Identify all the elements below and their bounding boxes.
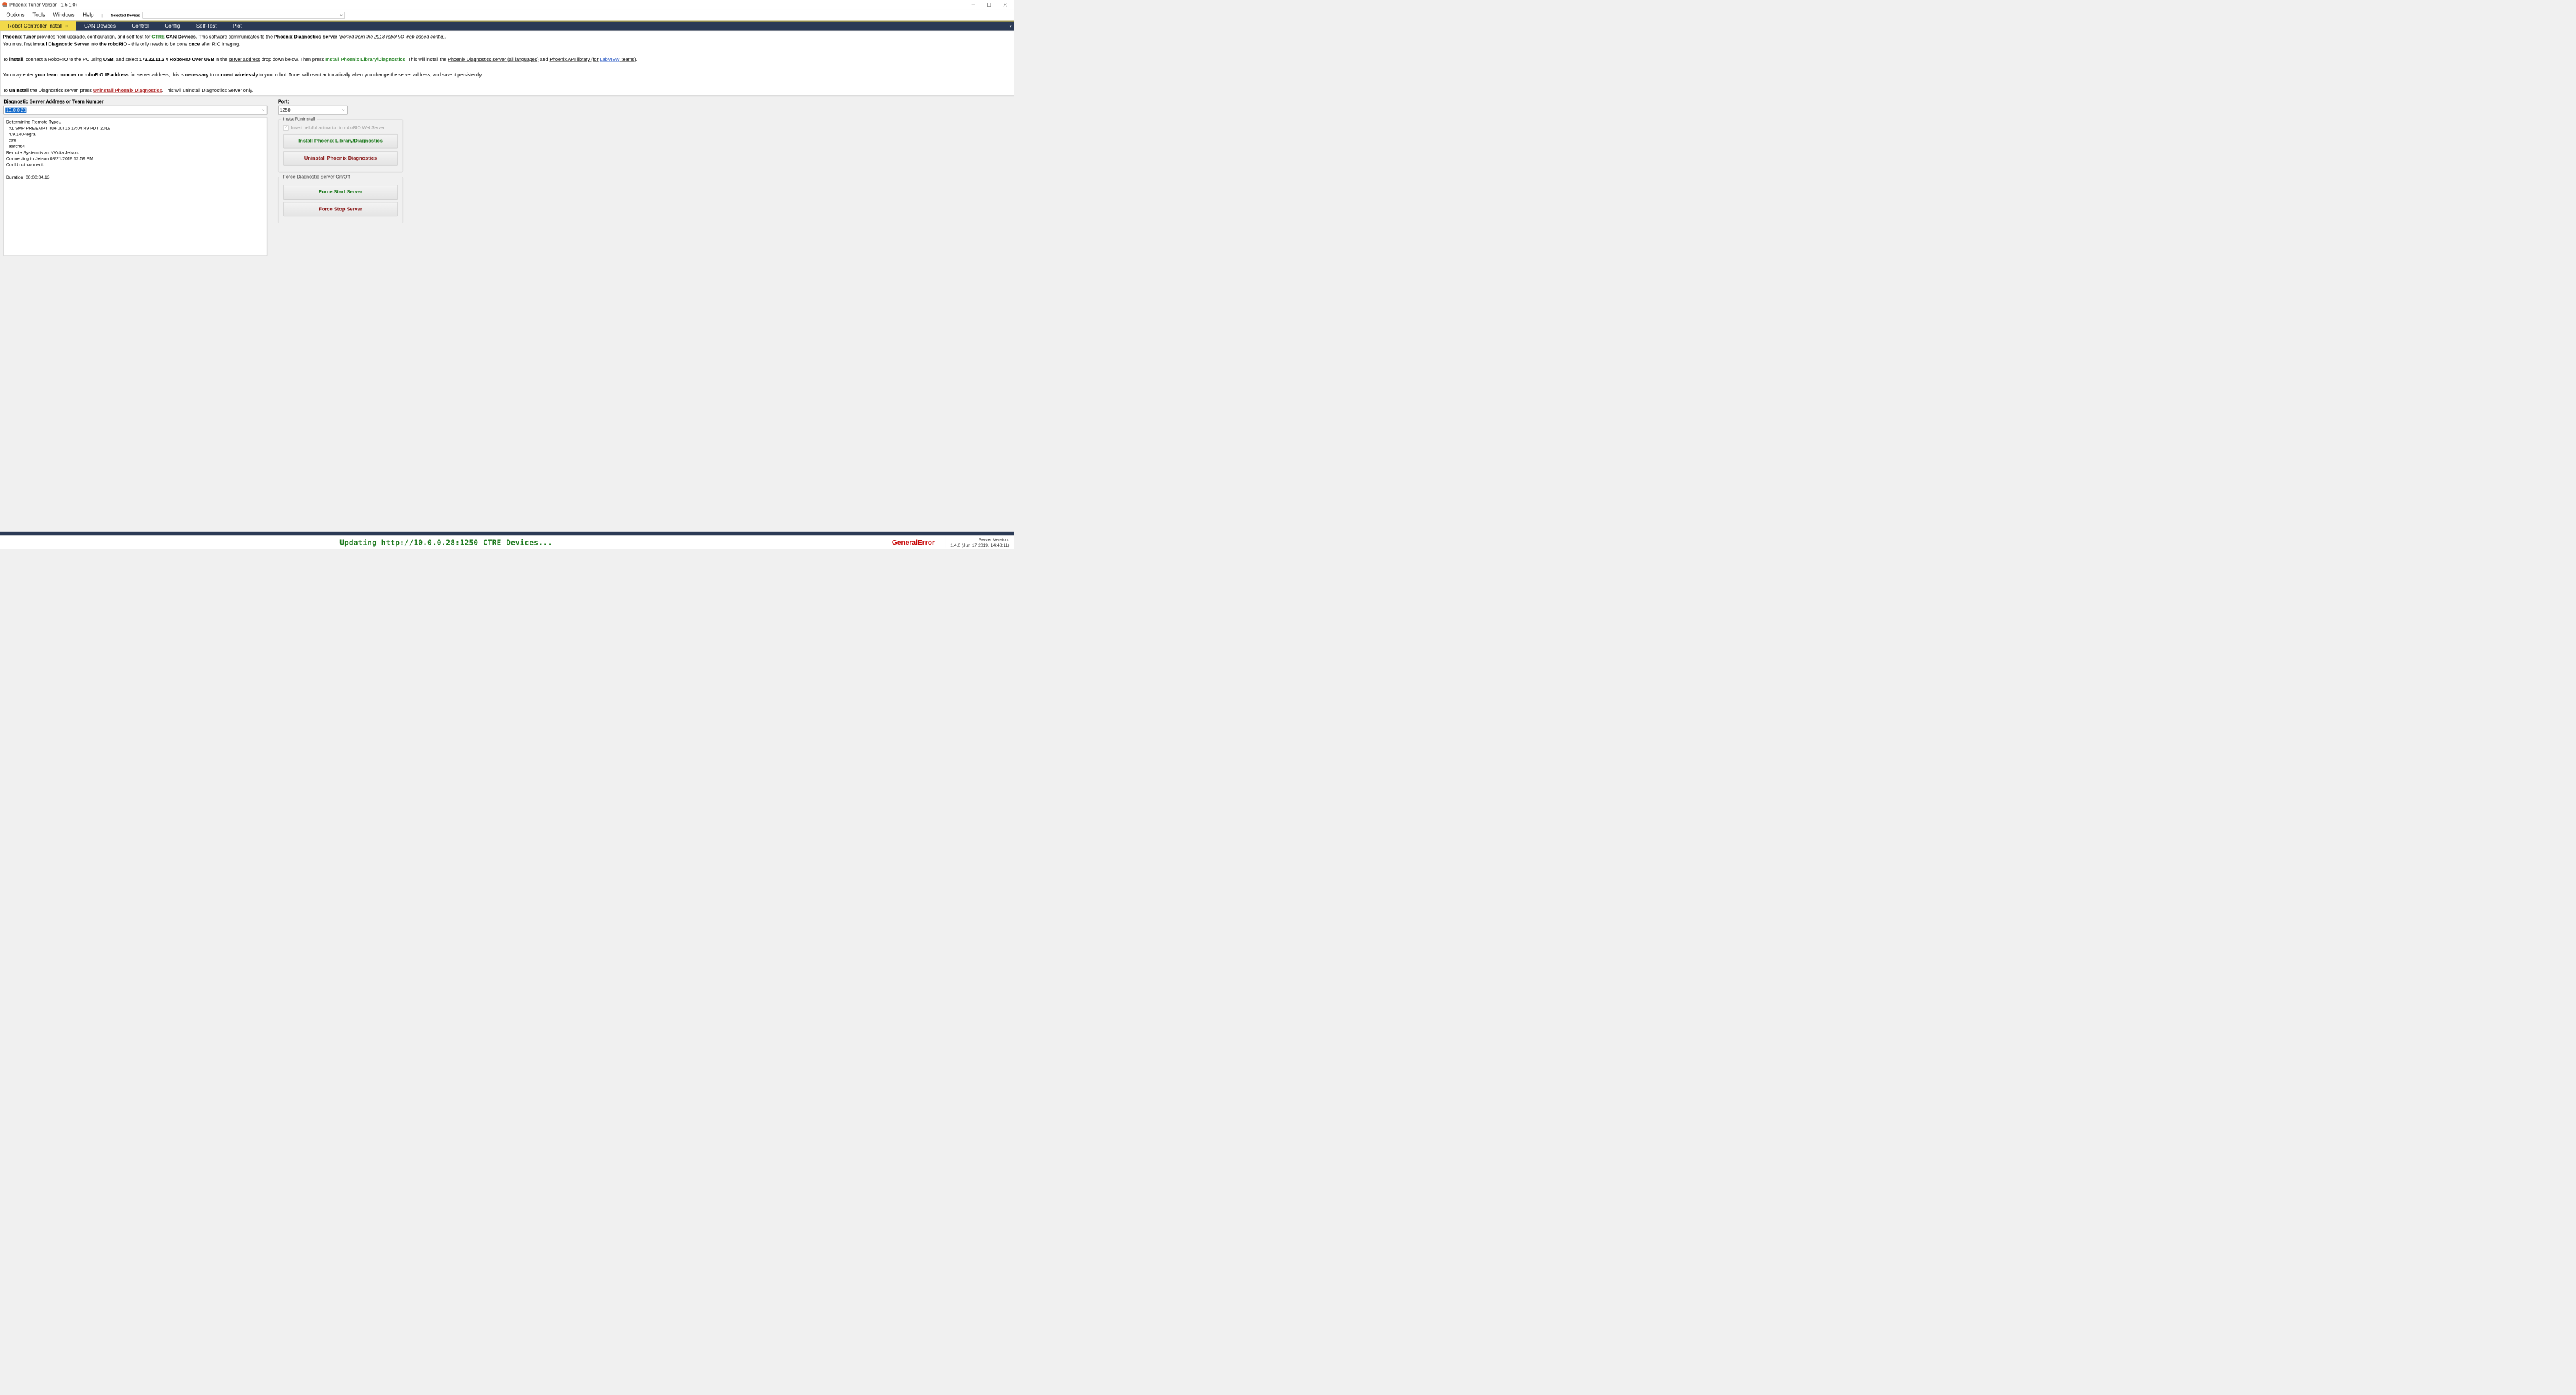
server-version-block: Server Version: 1.4.0 (Jun 17 2019, 14:4… xyxy=(945,537,1014,548)
helpful-animation-label: Insert helpful animation in roboRIO WebS… xyxy=(291,125,385,131)
server-address-input[interactable]: 10.0.0.28 xyxy=(4,106,268,114)
close-icon[interactable]: ✕ xyxy=(65,24,68,28)
server-version-label: Server Version: xyxy=(950,537,1009,543)
menu-windows[interactable]: Windows xyxy=(53,12,75,18)
chevron-down-icon xyxy=(342,108,345,113)
helpful-animation-checkbox[interactable] xyxy=(283,126,288,131)
info-panel: Phoenix Tuner provides field-upgrade, co… xyxy=(0,31,1014,96)
tabstrip: Robot Controller Install ✕ CAN Devices C… xyxy=(0,21,1014,31)
selected-device-label: Selected Device: xyxy=(111,13,141,17)
force-stop-button[interactable]: Force Stop Server xyxy=(283,202,398,216)
server-address-label: Diagnostic Server Address or Team Number xyxy=(4,99,268,104)
minimize-button[interactable] xyxy=(966,0,980,9)
chevron-down-icon xyxy=(262,108,265,113)
tab-can-devices[interactable]: CAN Devices xyxy=(76,21,123,30)
status-message: Updating http://10.0.0.28:1250 CTRE Devi… xyxy=(0,538,892,547)
install-uninstall-group: Install/Uninstall Insert helpful animati… xyxy=(278,120,403,173)
status-error-badge: GeneralError xyxy=(892,539,945,547)
server-address-value: 10.0.0.28 xyxy=(5,108,26,113)
port-value: 1250 xyxy=(280,108,291,113)
menu-help[interactable]: Help xyxy=(83,12,93,18)
menu-tools[interactable]: Tools xyxy=(32,12,45,18)
port-label: Port: xyxy=(278,99,289,104)
log-text: Determining Remote Type... #1 SMP PREEMP… xyxy=(6,119,265,180)
tabstrip-overflow[interactable]: ▾ xyxy=(1007,24,1014,28)
server-version-value: 1.4.0 (Jun 17 2019, 14:48:11) xyxy=(950,543,1009,548)
install-legend: Install/Uninstall xyxy=(281,116,317,122)
status-bar: Updating http://10.0.0.28:1250 CTRE Devi… xyxy=(0,535,1014,549)
controls-panel: Diagnostic Server Address or Team Number… xyxy=(0,96,1014,258)
labview-link[interactable]: LabVIEW xyxy=(600,57,620,62)
uninstall-link[interactable]: Uninstall Phoenix Diagnostics xyxy=(93,87,162,93)
titlebar: Phoenix Tuner Version (1.5.1.0) xyxy=(0,0,1014,9)
install-button[interactable]: Install Phoenix Library/Diagnostics xyxy=(283,134,398,148)
menubar: Options Tools Windows Help | Selected De… xyxy=(0,9,1014,21)
force-start-button[interactable]: Force Start Server xyxy=(283,185,398,200)
chevron-down-icon xyxy=(339,14,343,17)
force-server-group: Force Diagnostic Server On/Off Force Sta… xyxy=(278,177,403,224)
close-button[interactable] xyxy=(998,0,1012,9)
tab-config[interactable]: Config xyxy=(157,21,188,30)
window-title: Phoenix Tuner Version (1.5.1.0) xyxy=(9,2,77,7)
tab-robot-controller-install[interactable]: Robot Controller Install ✕ xyxy=(0,21,76,30)
tab-self-test[interactable]: Self-Test xyxy=(188,21,225,30)
uninstall-button[interactable]: Uninstall Phoenix Diagnostics xyxy=(283,151,398,165)
menu-options[interactable]: Options xyxy=(6,12,24,18)
port-input[interactable]: 1250 xyxy=(278,106,347,114)
app-icon xyxy=(2,2,7,7)
tab-control[interactable]: Control xyxy=(124,21,157,30)
force-legend: Force Diagnostic Server On/Off xyxy=(281,174,351,179)
tab-label: Robot Controller Install xyxy=(8,23,62,29)
install-link[interactable]: Install Phoenix Library/Diagnostics xyxy=(325,57,405,62)
tab-plot[interactable]: Plot xyxy=(225,21,250,30)
maximize-button[interactable] xyxy=(982,0,996,9)
menu-separator: | xyxy=(101,13,102,17)
connection-log[interactable]: Determining Remote Type... #1 SMP PREEMP… xyxy=(4,117,268,256)
selected-device-dropdown[interactable] xyxy=(143,12,345,18)
